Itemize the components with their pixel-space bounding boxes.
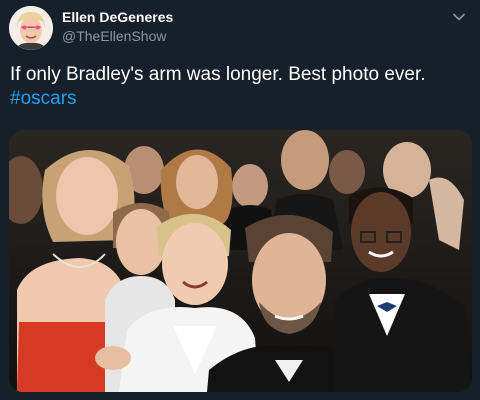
tweet-text: If only Bradley's arm was longer. Best p… xyxy=(10,63,470,111)
group-selfie-image xyxy=(9,130,472,392)
author-handle[interactable]: @TheEllenShow xyxy=(62,28,167,44)
chevron-down-icon[interactable] xyxy=(450,8,468,26)
avatar[interactable] xyxy=(9,6,53,50)
tweet-card: Ellen DeGeneres @TheEllenShow If only Br… xyxy=(0,0,480,400)
tweet-photo[interactable] xyxy=(9,130,472,392)
hashtag-link[interactable]: #oscars xyxy=(10,87,470,111)
author-name[interactable]: Ellen DeGeneres xyxy=(62,9,173,25)
avatar-image xyxy=(9,6,53,50)
tweet-body: If only Bradley's arm was longer. Best p… xyxy=(10,64,426,85)
tweet-header: Ellen DeGeneres @TheEllenShow xyxy=(0,0,480,60)
